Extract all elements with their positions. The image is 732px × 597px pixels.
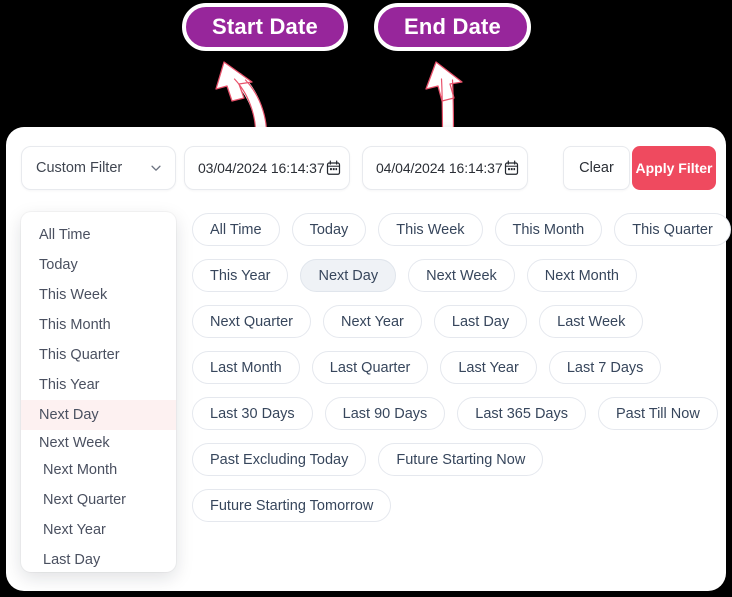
range-chip[interactable]: Last 30 Days <box>192 397 313 430</box>
custom-filter-select[interactable]: Custom Filter <box>21 146 176 190</box>
range-chip[interactable]: Future Starting Tomorrow <box>192 489 391 522</box>
range-chip[interactable]: Last Week <box>539 305 643 338</box>
end-date-value: 04/04/2024 16:14:37 <box>376 160 504 176</box>
range-chip[interactable]: Next Year <box>323 305 422 338</box>
calendar-icon[interactable] <box>326 160 341 176</box>
start-date-input[interactable]: 03/04/2024 16:14:37 <box>184 146 350 190</box>
chip-row: All TimeTodayThis WeekThis MonthThis Qua… <box>192 213 720 246</box>
range-chip[interactable]: Last 7 Days <box>549 351 662 384</box>
range-chip[interactable]: Next Month <box>527 259 637 292</box>
quick-range-chip-grid: All TimeTodayThis WeekThis MonthThis Qua… <box>192 213 720 535</box>
filter-toolbar: Custom Filter 03/04/2024 16:14:37 04/04/… <box>6 127 726 209</box>
apply-filter-button[interactable]: Apply Filter <box>632 146 716 190</box>
range-chip[interactable]: Next Week <box>408 259 515 292</box>
range-chip[interactable]: This Week <box>378 213 482 246</box>
range-chip[interactable]: Next Quarter <box>192 305 311 338</box>
dropdown-item[interactable]: This Year <box>21 370 176 400</box>
chip-row: This Year Next Day Next Week Next Month <box>192 259 720 292</box>
range-chip[interactable]: Last Day <box>434 305 527 338</box>
range-chip[interactable]: Past Excluding Today <box>192 443 366 476</box>
dropdown-item[interactable]: This Quarter <box>21 340 176 370</box>
apply-filter-button-label: Apply Filter <box>635 160 712 176</box>
clear-button-label: Clear <box>579 160 614 176</box>
range-chip[interactable]: Last Year <box>440 351 536 384</box>
range-chip[interactable]: Future Starting Now <box>378 443 543 476</box>
range-chip[interactable]: This Quarter <box>614 213 731 246</box>
dropdown-item[interactable]: Next Year <box>21 515 176 545</box>
range-chip[interactable]: Today <box>292 213 367 246</box>
chip-row: Next Quarter Next Year Last Day Last Week <box>192 305 720 338</box>
dropdown-item[interactable]: This Week <box>21 280 176 310</box>
range-chip[interactable]: Last Month <box>192 351 300 384</box>
calendar-icon[interactable] <box>504 160 519 176</box>
custom-filter-select-value: Custom Filter <box>36 160 122 176</box>
chevron-down-icon <box>149 161 163 175</box>
chip-row: Future Starting Tomorrow <box>192 489 720 522</box>
range-chip[interactable]: Last 365 Days <box>457 397 586 430</box>
range-chip[interactable]: All Time <box>192 213 280 246</box>
range-chip[interactable]: Next Day <box>300 259 396 292</box>
end-date-input[interactable]: 04/04/2024 16:14:37 <box>362 146 528 190</box>
range-chip[interactable]: Past Till Now <box>598 397 718 430</box>
clear-button[interactable]: Clear <box>563 146 630 190</box>
chip-row: Past Excluding Today Future Starting Now <box>192 443 720 476</box>
screenshot-root: Start Date End Date Custom Filter <box>0 0 732 597</box>
start-date-value: 03/04/2024 16:14:37 <box>198 160 326 176</box>
dropdown-item[interactable]: Next Quarter <box>21 485 176 515</box>
chip-row: Last 30 Days Last 90 Days Last 365 Days Pas… <box>192 397 720 430</box>
dropdown-item[interactable]: All Time <box>21 220 176 250</box>
filter-dropdown-list[interactable]: All TimeTodayThis WeekThis MonthThis Qua… <box>21 212 176 572</box>
callout-badge-start-date: Start Date <box>182 3 348 51</box>
callout-badge-end-date: End Date <box>374 3 531 51</box>
range-chip[interactable]: Last Quarter <box>312 351 429 384</box>
range-chip[interactable]: This Month <box>495 213 603 246</box>
callout-badge-end-date-label: End Date <box>404 14 501 40</box>
dropdown-item[interactable]: Today <box>21 250 176 280</box>
range-chip[interactable]: This Year <box>192 259 288 292</box>
dropdown-item[interactable]: Next Month <box>21 455 176 485</box>
dropdown-item[interactable]: Next Day <box>21 400 176 430</box>
chip-row: Last Month Last Quarter Last Year Last 7 Da… <box>192 351 720 384</box>
range-chip[interactable]: Last 90 Days <box>325 397 446 430</box>
dropdown-item[interactable]: Last Day <box>21 545 176 572</box>
date-filter-panel: Custom Filter 03/04/2024 16:14:37 04/04/… <box>6 127 726 591</box>
dropdown-item[interactable]: This Month <box>21 310 176 340</box>
callout-badge-start-date-label: Start Date <box>212 14 318 40</box>
dropdown-item[interactable]: Next Week <box>21 430 176 455</box>
